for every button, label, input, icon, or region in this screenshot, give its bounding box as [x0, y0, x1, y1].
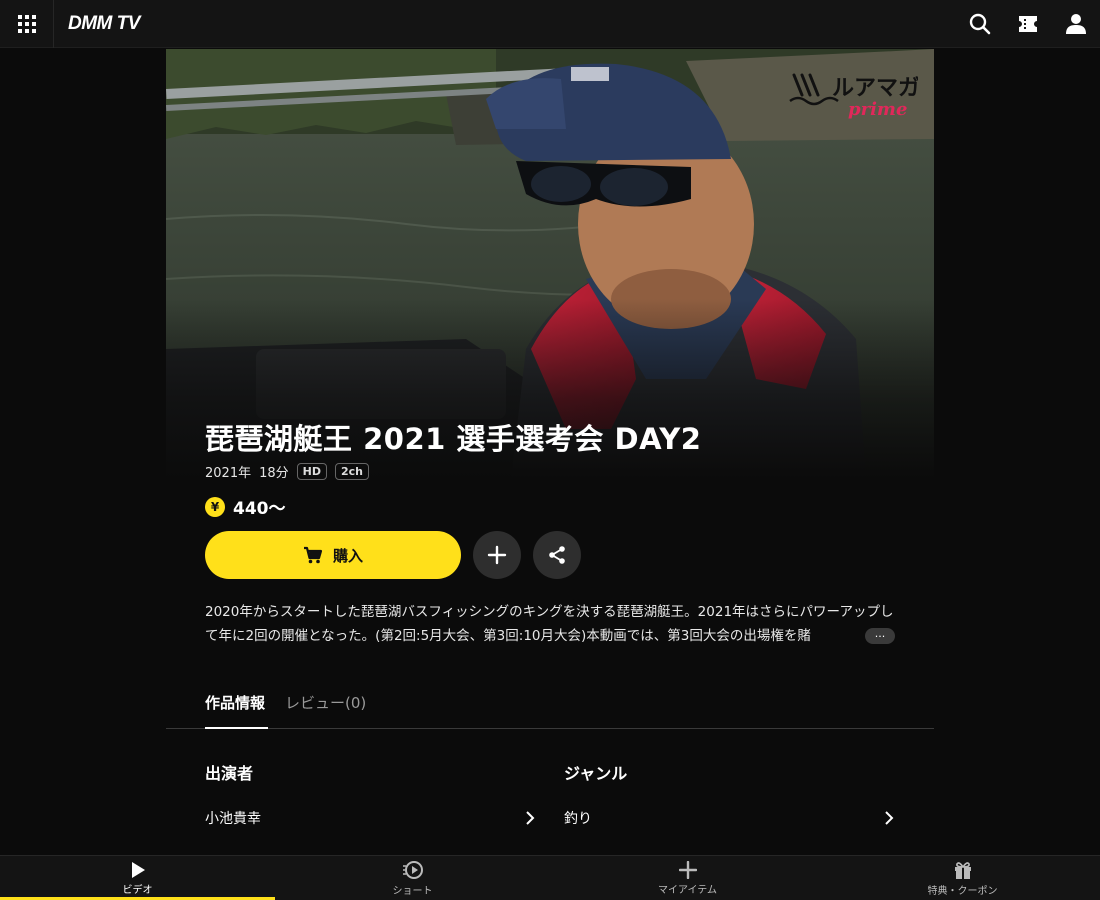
search-icon — [969, 13, 991, 35]
description-text: 2020年からスタートした琵琶湖バスフィッシングのキングを決する琵琶湖艇王。20… — [205, 604, 894, 644]
cast-row[interactable]: 小池貴幸 — [205, 806, 535, 830]
cast-name: 小池貴幸 — [205, 811, 261, 827]
genre-row[interactable]: 釣り — [564, 806, 894, 830]
tab-reviews[interactable]: レビュー(0) — [285, 692, 366, 713]
content-tabs: 作品情報 レビュー(0) — [166, 680, 934, 729]
cast-heading: 出演者 — [205, 764, 254, 783]
ticket-button[interactable] — [1016, 12, 1040, 36]
gift-icon — [954, 862, 971, 879]
grid-menu-icon — [17, 15, 36, 33]
chevron-right-icon — [526, 811, 535, 825]
search-button[interactable] — [968, 12, 992, 36]
cast-section: 出演者 小池貴幸 — [205, 760, 535, 830]
buy-button-label: 購入 — [332, 546, 363, 565]
hero-image: ルアマガ prime — [166, 49, 934, 479]
top-header: DMM TV — [0, 0, 1100, 48]
dmm-tv-logo[interactable]: DMM TV — [68, 13, 140, 35]
active-tab-indicator — [205, 727, 268, 729]
nav-my-items[interactable]: マイアイテム — [550, 856, 825, 900]
share-icon — [549, 546, 565, 564]
grid-menu-button[interactable] — [0, 0, 54, 48]
price-value: 440～ — [233, 499, 286, 519]
lure-magazine-logo: ルアマガ prime — [788, 65, 920, 125]
svg-text:prime: prime — [848, 99, 907, 120]
play-icon — [131, 862, 145, 878]
svg-text:ルアマガ: ルアマガ — [832, 76, 918, 101]
bottom-navigation: ビデオ ショート マイアイテム 特典・クーポン — [0, 855, 1100, 900]
yen-coin-icon: ¥ — [205, 496, 225, 517]
add-to-list-button[interactable] — [473, 531, 521, 579]
nav-video-label: ビデオ — [122, 885, 153, 896]
plus-icon — [678, 861, 697, 879]
genre-name: 釣り — [564, 811, 592, 827]
short-video-icon — [402, 861, 423, 879]
page-title: 琵琶湖艇王 2021 選手選考会 DAY2 — [205, 422, 702, 456]
hd-badge: HD — [296, 463, 327, 480]
nav-coupons-label: 特典・クーポン — [927, 886, 998, 897]
genre-heading: ジャンル — [564, 764, 628, 783]
nav-coupons[interactable]: 特典・クーポン — [825, 856, 1100, 900]
account-icon — [1066, 14, 1086, 34]
nav-short-label: ショート — [392, 886, 433, 897]
share-button[interactable] — [533, 531, 581, 579]
meta-row: 2021年 18分 HD 2ch — [205, 462, 895, 481]
tab-work-info[interactable]: 作品情報 — [205, 692, 265, 713]
account-button[interactable] — [1064, 12, 1088, 36]
buy-button[interactable]: 購入 — [205, 531, 461, 579]
nav-video[interactable]: ビデオ — [0, 856, 275, 900]
genre-section: ジャンル 釣り — [564, 760, 894, 830]
price-row: ¥ 440～ — [205, 494, 895, 519]
cart-icon — [303, 546, 323, 564]
audio-badge: 2ch — [334, 463, 369, 480]
nav-my-items-label: マイアイテム — [658, 885, 717, 896]
nav-short[interactable]: ショート — [275, 856, 550, 900]
duration: 18分 — [259, 466, 289, 481]
release-year: 2021年 — [205, 466, 252, 481]
plus-icon — [487, 545, 507, 565]
chevron-right-icon — [885, 811, 894, 825]
action-row: 購入 — [205, 531, 895, 579]
expand-description-button[interactable]: ··· — [865, 628, 895, 644]
ticket-icon — [1019, 16, 1037, 32]
